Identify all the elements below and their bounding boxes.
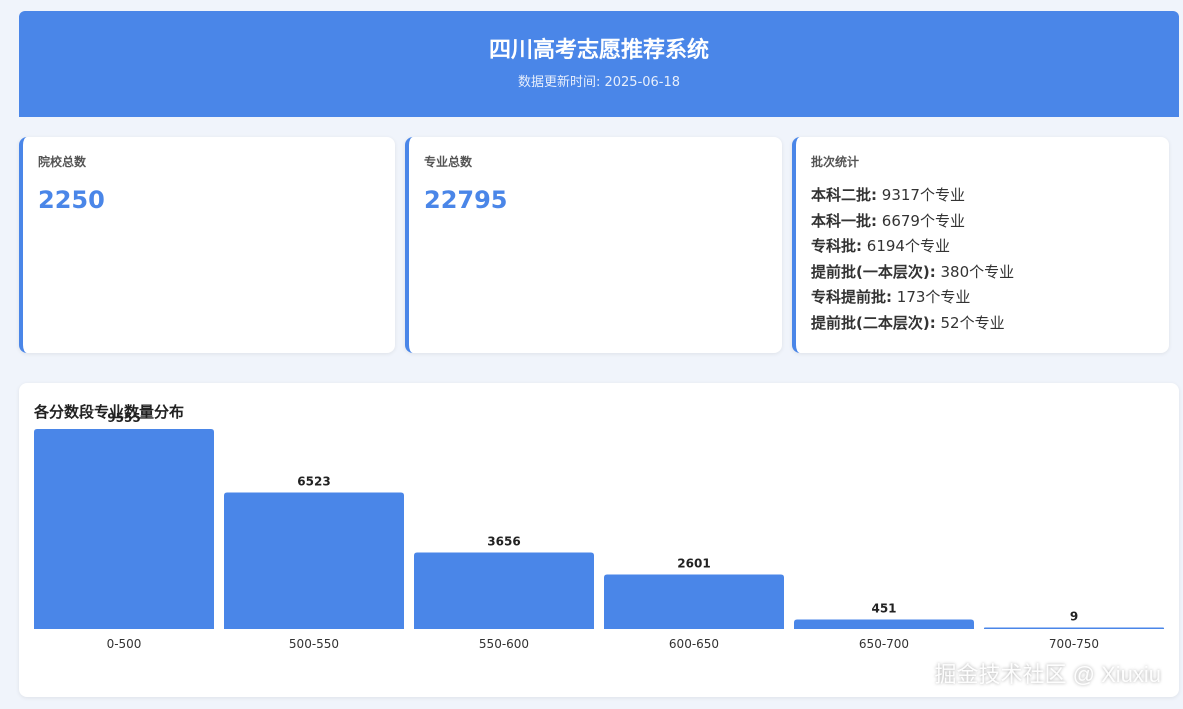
category-label: 550-600 <box>479 637 529 651</box>
bar-value-label: 2601 <box>677 557 710 571</box>
batch-count: 173个专业 <box>896 288 971 307</box>
batch-item: 本科二批: 9317个专业 <box>811 183 1154 209</box>
bar-0-500 <box>34 429 214 629</box>
bar-500-550 <box>224 492 404 629</box>
bar-650-700 <box>794 619 974 629</box>
category-label: 700-750 <box>1049 637 1099 651</box>
batch-list: 本科二批: 9317个专业 本科一批: 6679个专业 专科批: 6194个专业… <box>811 183 1154 337</box>
category-label: 500-550 <box>289 637 339 651</box>
majors-label: 专业总数 <box>424 155 473 169</box>
category-label: 650-700 <box>859 637 909 651</box>
batch-name: 专科提前批: <box>811 288 892 307</box>
batch-count: 6679个专业 <box>881 211 965 230</box>
batch-name: 本科二批: <box>811 186 877 204</box>
batch-name: 本科一批: <box>811 211 877 230</box>
batch-item: 专科批: 6194个专业 <box>811 234 1154 260</box>
bar-600-650 <box>604 574 784 629</box>
bar-700-750 <box>984 627 1164 629</box>
batch-item: 提前批(一本层次): 380个专业 <box>811 260 1154 286</box>
schools-label: 院校总数 <box>38 155 87 169</box>
batch-item: 本科一批: 6679个专业 <box>811 209 1154 235</box>
batch-count: 52个专业 <box>940 313 1005 332</box>
category-label: 600-650 <box>669 637 719 651</box>
bar-value-label: 6523 <box>297 474 330 488</box>
schools-card: 院校总数 2250 <box>19 137 395 353</box>
batch-count: 9317个专业 <box>881 186 965 204</box>
batches-card: 批次统计 本科二批: 9317个专业 本科一批: 6679个专业 专科批: 61… <box>792 137 1169 353</box>
majors-count: 22795 <box>424 186 508 214</box>
schools-count: 2250 <box>38 186 105 214</box>
bar-value-label: 9 <box>1070 610 1078 624</box>
bar-value-label: 3656 <box>487 534 520 548</box>
batch-count: 380个专业 <box>940 262 1015 281</box>
bar-chart: 95550-5006523500-5503656550-6002601600-6… <box>34 411 1164 651</box>
watermark: 掘金技术社区 @ Xiuxiu <box>934 662 1161 687</box>
chart-title: 各分数段专业数量分布 <box>34 403 185 421</box>
batch-name: 提前批(一本层次): <box>811 262 936 281</box>
batches-label: 批次统计 <box>811 155 860 169</box>
page-header: 四川高考志愿推荐系统 数据更新时间: 2025-06-18 <box>19 11 1179 117</box>
batch-item: 专科提前批: 173个专业 <box>811 285 1154 311</box>
update-time: 数据更新时间: 2025-06-18 <box>517 75 681 90</box>
chart-panel: 各分数段专业数量分布 9555 0-500 6523 500-550 3656 550-6… <box>19 383 1179 697</box>
bar-550-600 <box>414 552 594 629</box>
batch-name: 专科批: <box>811 237 862 256</box>
batch-name: 提前批(二本层次): <box>811 313 936 332</box>
category-label: 0-500 <box>107 637 142 651</box>
page-title: 四川高考志愿推荐系统 <box>488 38 709 63</box>
majors-card: 专业总数 22795 <box>405 137 782 353</box>
bar-value-label: 451 <box>871 602 896 616</box>
batch-count: 6194个专业 <box>866 237 950 256</box>
batch-item: 提前批(二本层次): 52个专业 <box>811 311 1154 337</box>
